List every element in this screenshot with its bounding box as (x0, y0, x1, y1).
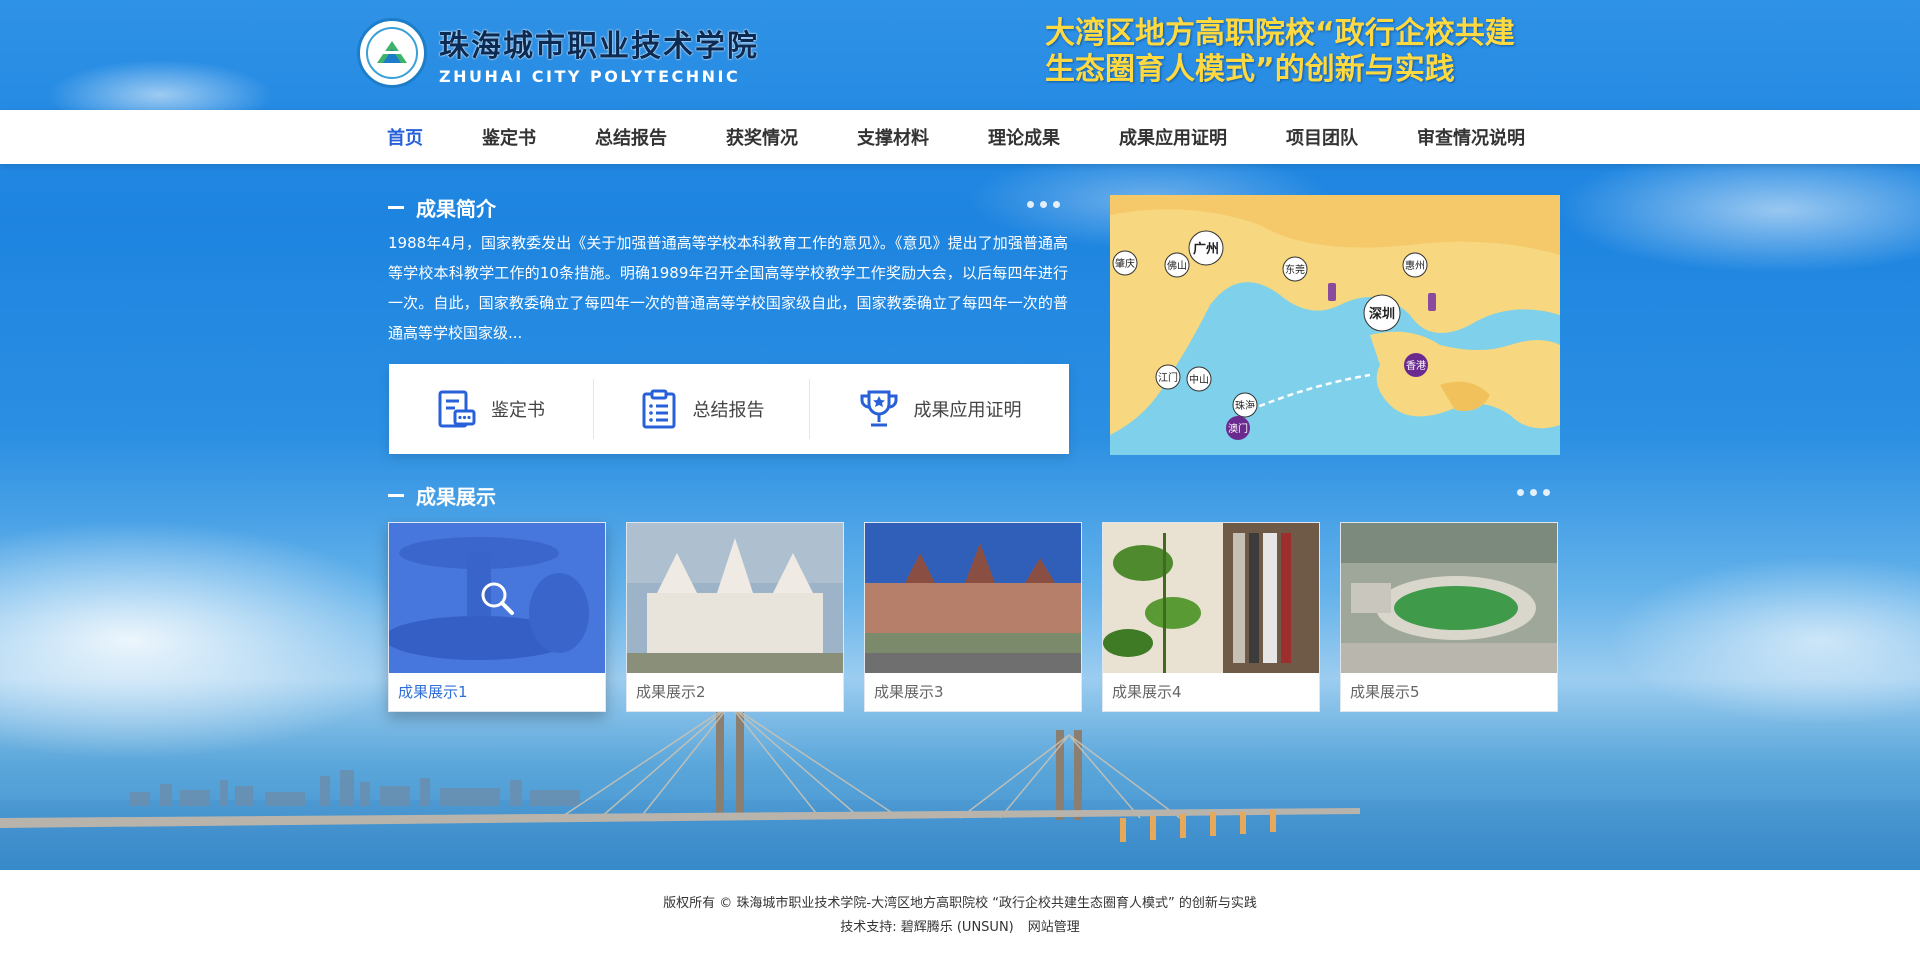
quick-links-panel: 鉴定书 总结报告 成果应用证明 (389, 364, 1069, 454)
gallery-section-title: 成果展示 (388, 481, 496, 510)
map-label-foshan: 佛山 (1167, 259, 1187, 272)
school-emblem-icon (357, 18, 427, 88)
gallery-title-text: 成果展示 (416, 485, 496, 509)
site-logo[interactable]: 珠海城市职业技术学院 ZHUHAI CITY POLYTECHNIC (357, 18, 759, 88)
gallery-card[interactable]: 成果展示1 (388, 522, 606, 712)
gallery-caption: 成果展示5 (1350, 683, 1420, 701)
admin-link[interactable]: 网站管理 (1028, 920, 1080, 935)
footer-tech-support: 技术支持: 碧辉腾乐 (UNSUN) (840, 920, 1014, 935)
gallery-caption: 成果展示2 (636, 683, 706, 701)
map-label-shenzhen: 深圳 (1369, 306, 1395, 322)
gallery-hover-overlay (389, 523, 605, 673)
gallery-image-temple (627, 523, 843, 673)
map-label-guangzhou: 广州 (1193, 241, 1219, 257)
quick-link-label: 成果应用证明 (913, 400, 1022, 421)
intro-section-title: 成果简介 (388, 193, 496, 222)
map-label-zhaoqing: 肇庆 (1115, 257, 1135, 270)
search-icon (481, 582, 514, 615)
nav-item-appraisal[interactable]: 鉴定书 (482, 124, 536, 150)
footer-support-line: 技术支持: 碧辉腾乐 (UNSUN) 网站管理 (0, 916, 1920, 940)
certificate-icon (438, 390, 476, 428)
map-label-zhongshan: 中山 (1189, 373, 1209, 386)
gallery-image-building (865, 523, 1081, 673)
slogan-line-2: 生态圈育人模式”的创新与实践 (1045, 52, 1455, 87)
map-label-huizhou: 惠州 (1405, 259, 1425, 272)
gallery-image-stadium (1341, 523, 1557, 673)
gallery-image-bookshelf (1103, 523, 1319, 673)
site-footer: 版权所有 © 珠海城市职业技术学院-大湾区地方高职院校 “政行企校共建生态圈育人… (0, 870, 1920, 960)
site-header: 珠海城市职业技术学院 ZHUHAI CITY POLYTECHNIC 大湾区地方… (0, 0, 1920, 110)
quick-link-label: 总结报告 (692, 400, 765, 421)
quick-link-summary-report[interactable]: 总结报告 (594, 379, 809, 439)
quick-link-application-proof[interactable]: 成果应用证明 (810, 379, 1069, 439)
nav-item-project-team[interactable]: 项目团队 (1286, 124, 1358, 150)
gallery-card[interactable]: 成果展示2 (626, 522, 844, 712)
trophy-icon (860, 390, 897, 427)
logo-english-name: ZHUHAI CITY POLYTECHNIC (439, 66, 741, 86)
nav-item-application-proof[interactable]: 成果应用证明 (1119, 124, 1227, 150)
quick-link-label: 鉴定书 (491, 400, 545, 421)
map-label-dongguan: 东莞 (1285, 263, 1305, 276)
gallery-card[interactable]: 成果展示5 (1340, 522, 1558, 712)
gallery-card[interactable]: 成果展示3 (864, 522, 1082, 712)
gallery-image-fountain (389, 523, 605, 673)
gallery-caption: 成果展示3 (874, 683, 944, 701)
map-label-macau: 澳门 (1228, 422, 1248, 435)
nav-item-home[interactable]: 首页 (387, 124, 423, 150)
main-nav: 首页 鉴定书 总结报告 获奖情况 支撑材料 理论成果 成果应用证明 项目团队 审… (0, 110, 1920, 164)
slogan-line-1: 大湾区地方高职院校“政行企校共建 (1045, 16, 1515, 51)
map-label-hongkong: 香港 (1406, 360, 1426, 372)
bridge-illustration (0, 700, 1920, 870)
nav-item-awards[interactable]: 获奖情况 (726, 124, 798, 150)
gallery-caption: 成果展示1 (398, 683, 468, 701)
logo-chinese-name: 珠海城市职业技术学院 (439, 28, 759, 64)
intro-more-dots[interactable] (1021, 201, 1060, 208)
gallery-caption: 成果展示4 (1112, 683, 1182, 701)
nav-item-support-materials[interactable]: 支撑材料 (857, 124, 929, 150)
map-label-jiangmen: 江门 (1158, 371, 1178, 384)
intro-paragraph: 1988年4月，国家教委发出《关于加强普通高等学校本科教育工作的意见》。《意见》… (388, 234, 1068, 342)
gallery-more-dots[interactable] (1511, 489, 1550, 496)
nav-item-review-notes[interactable]: 审查情况说明 (1417, 124, 1525, 150)
footer-copyright: 版权所有 © 珠海城市职业技术学院-大湾区地方高职院校 “政行企校共建生态圈育人… (663, 896, 1257, 911)
greater-bay-area-map[interactable]: 广州 肇庆 佛山 东莞 惠州 深圳 香港 江门 中山 珠海 澳门 (1110, 195, 1560, 455)
intro-title-text: 成果简介 (416, 197, 496, 221)
gallery-card[interactable]: 成果展示4 (1102, 522, 1320, 712)
header-slogan: 大湾区地方高职院校“政行企校共建 生态圈育人模式”的创新与实践 (1045, 16, 1515, 88)
clipboard-list-icon (642, 389, 675, 429)
quick-link-appraisal[interactable]: 鉴定书 (389, 379, 593, 439)
gallery-row: 成果展示1 成果展示2 成果展示3 成果展示4 成果展示5 (388, 522, 1558, 712)
nav-item-summary-report[interactable]: 总结报告 (595, 124, 667, 150)
nav-item-theory-results[interactable]: 理论成果 (988, 124, 1060, 150)
